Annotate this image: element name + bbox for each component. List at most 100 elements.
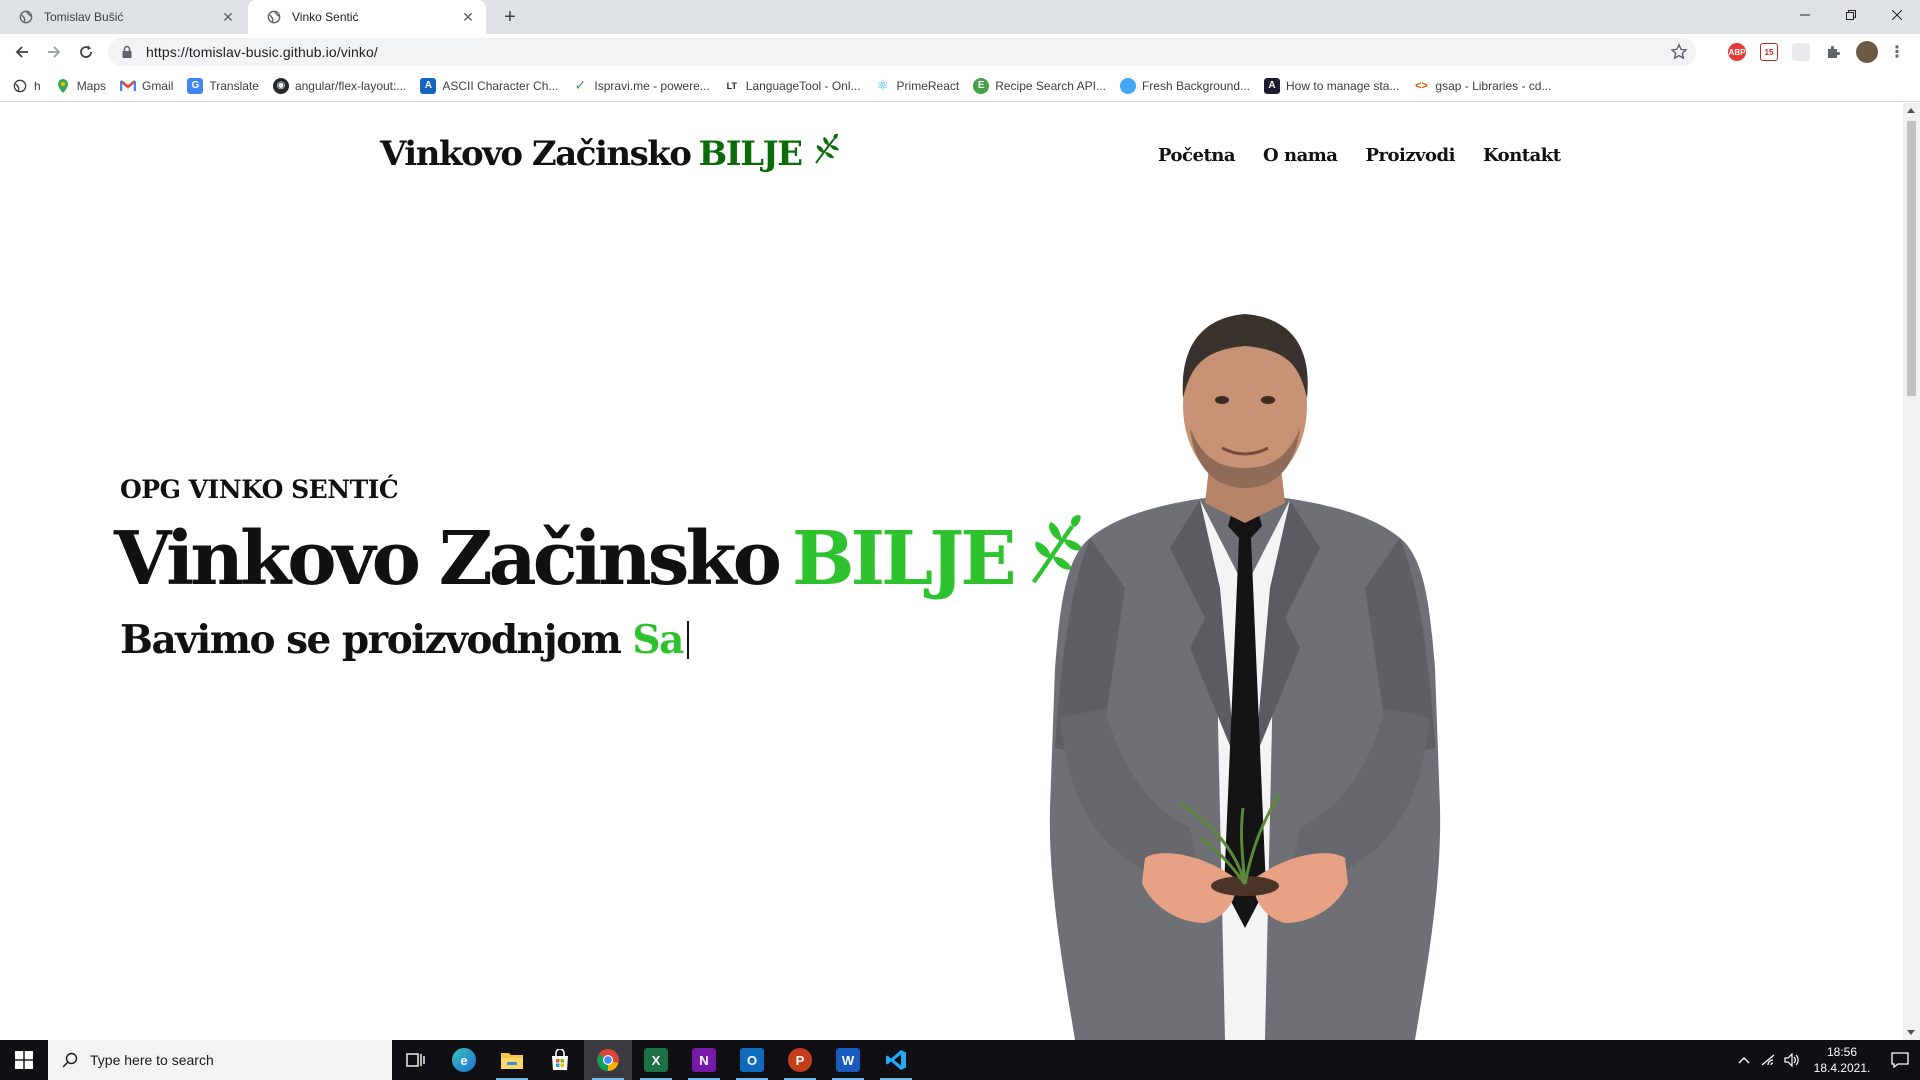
angular-icon: A (1264, 77, 1281, 94)
maps-icon (55, 78, 71, 94)
clock-date: 18.4.2021. (1813, 1061, 1871, 1075)
back-arrow-icon[interactable] (8, 38, 36, 66)
store-icon[interactable] (536, 1040, 584, 1080)
minimize-icon[interactable] (1782, 0, 1828, 30)
onenote-icon[interactable]: N (680, 1040, 728, 1080)
extension-placeholder-icon[interactable] (1792, 43, 1810, 61)
profile-avatar[interactable] (1856, 41, 1878, 63)
hero-person-photo (1049, 314, 1441, 1040)
chevron-up-icon[interactable] (1732, 1040, 1756, 1080)
scroll-up-arrow-icon[interactable] (1907, 108, 1915, 113)
code-icon: <> (1414, 79, 1428, 92)
task-view-icon[interactable] (392, 1040, 440, 1080)
window-close-icon[interactable] (1874, 0, 1920, 30)
volume-icon[interactable] (1780, 1040, 1804, 1080)
bookmark-item[interactable]: ⚛ PrimeReact (875, 77, 959, 94)
bookmark-item[interactable]: h (12, 78, 41, 94)
powerpoint-icon[interactable]: P (776, 1040, 824, 1080)
bookmark-item[interactable]: Fresh Background... (1119, 77, 1250, 94)
nav-link-pocetna[interactable]: Početna (1158, 145, 1236, 166)
bookmark-item[interactable]: LT LanguageTool - Onl... (724, 78, 861, 94)
page-scrollbar[interactable] (1903, 103, 1920, 1040)
hero-eyebrow: OPG VINKO SENTIĆ (120, 475, 399, 504)
notification-center-icon[interactable] (1880, 1040, 1920, 1080)
tab-strip: Tomislav Bušić ✕ Vinko Sentić ✕ + (0, 0, 1920, 34)
scrollbar-thumb[interactable] (1907, 121, 1916, 396)
bookmarks-bar: h Maps Gmail G Translate ◉ angular/flex-… (0, 70, 1920, 102)
nav-link-proizvodi[interactable]: Proizvodi (1365, 145, 1455, 166)
github-icon: ◉ (272, 77, 289, 94)
forward-arrow-icon[interactable] (40, 38, 68, 66)
windows-start-icon[interactable] (0, 1040, 48, 1080)
word-icon[interactable]: W (824, 1040, 872, 1080)
search-icon (62, 1052, 78, 1068)
adblock-plus-icon[interactable]: ABP (1728, 43, 1746, 61)
edamam-icon: E (973, 77, 990, 94)
nav-link-kontakt[interactable]: Kontakt (1483, 145, 1561, 166)
logo-text: Vinkovo Začinsko (380, 133, 692, 174)
languagetool-icon: LT (726, 80, 737, 91)
search-placeholder: Type here to search (90, 1052, 214, 1068)
file-explorer-icon[interactable] (488, 1040, 536, 1080)
bookmark-item[interactable]: G Translate (187, 77, 259, 94)
puzzle-extensions-icon[interactable] (1824, 43, 1842, 61)
primereact-icon: ⚛ (876, 77, 889, 93)
edge-icon[interactable]: e (440, 1040, 488, 1080)
lock-icon (122, 45, 132, 58)
windows-taskbar: Type here to search e X N O P W 18:56 18… (0, 1040, 1920, 1080)
site-logo[interactable]: Vinkovo Začinsko BILJE (380, 133, 840, 174)
bookmark-star-icon[interactable] (1670, 43, 1688, 61)
excel-icon[interactable]: X (632, 1040, 680, 1080)
tab-title: Vinko Sentić (292, 10, 359, 24)
globe-icon (18, 9, 34, 25)
bookmark-item[interactable]: Maps (55, 78, 106, 94)
bookmark-item[interactable]: A ASCII Character Ch... (420, 77, 558, 94)
scroll-down-arrow-icon[interactable] (1907, 1030, 1915, 1035)
site-nav: Početna O nama Proizvodi Kontakt (1158, 145, 1589, 166)
kebab-menu-icon[interactable]: ⋮ (1888, 43, 1906, 61)
bookmark-item[interactable]: E Recipe Search API... (973, 77, 1106, 94)
tab-title: Tomislav Bušić (44, 10, 124, 24)
clock-time: 18:56 (1826, 1045, 1858, 1059)
bookmark-item[interactable]: Gmail (120, 78, 173, 94)
chrome-icon[interactable] (584, 1040, 632, 1080)
hero-subtitle-main: Bavimo se proizvodnjom (120, 617, 622, 663)
bookmark-item[interactable]: ✓ Ispravi.me - powere... (572, 77, 710, 94)
hero-subtitle: Bavimo se proizvodnjom Sa (120, 617, 689, 663)
close-icon[interactable]: ✕ (220, 9, 236, 25)
bookmark-item[interactable]: A How to manage sta... (1264, 77, 1399, 94)
globe-icon (266, 9, 282, 25)
window-controls (1782, 0, 1920, 30)
fresh-bg-icon (1119, 77, 1136, 94)
system-tray: 18:56 18.4.2021. (1732, 1040, 1920, 1080)
typing-caret (686, 621, 689, 659)
outlook-icon[interactable]: O (728, 1040, 776, 1080)
taskbar-search-box[interactable]: Type here to search (48, 1040, 392, 1080)
tab-tomislav-busic[interactable]: Tomislav Bušić ✕ (0, 0, 246, 34)
hero-title: Vinkovo Začinsko BILJE (114, 513, 1085, 605)
hero-title-main: Vinkovo Začinsko (114, 516, 782, 602)
page-viewport: Vinkovo Začinsko BILJE Početna O nama Pr… (0, 103, 1920, 1040)
reload-icon[interactable] (72, 38, 100, 66)
nav-link-o-nama[interactable]: O nama (1263, 145, 1338, 166)
leaf-icon (812, 133, 840, 174)
hero-title-accent: BILJE (792, 516, 1017, 602)
url-text: https://tomislav-busic.github.io/vinko/ (146, 44, 378, 60)
hero-typed-text: Sa (632, 617, 684, 663)
network-icon[interactable] (1756, 1040, 1780, 1080)
ascii-icon: A (420, 77, 437, 94)
checkmark-icon: ✓ (574, 77, 587, 93)
close-icon[interactable]: ✕ (460, 9, 476, 25)
browser-toolbar: https://tomislav-busic.github.io/vinko/ … (0, 34, 1920, 70)
bookmark-item[interactable]: ◉ angular/flex-layout:... (272, 77, 406, 94)
vscode-icon[interactable] (872, 1040, 920, 1080)
tab-vinko-sentic[interactable]: Vinko Sentić ✕ (248, 0, 486, 34)
gmail-icon (120, 78, 137, 94)
calendar-extension-icon[interactable]: 15 (1760, 43, 1778, 61)
address-bar[interactable]: https://tomislav-busic.github.io/vinko/ (108, 38, 1696, 66)
taskbar-clock[interactable]: 18:56 18.4.2021. (1804, 1044, 1880, 1076)
restore-icon[interactable] (1828, 0, 1874, 30)
bookmark-item[interactable]: <> gsap - Libraries - cd... (1413, 78, 1551, 94)
new-tab-button[interactable]: + (498, 6, 522, 28)
globe-icon (12, 78, 28, 94)
